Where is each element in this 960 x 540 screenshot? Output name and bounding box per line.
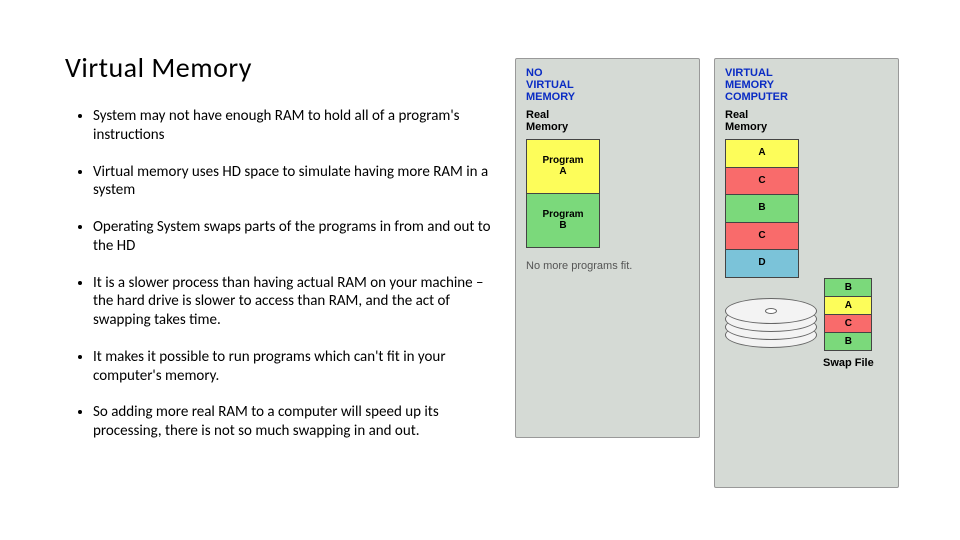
memory-block: C	[726, 223, 798, 251]
panel-header: VIRTUAL MEMORY COMPUTER	[725, 67, 888, 103]
panel-subheader: Real Memory	[526, 109, 689, 133]
memory-block: C	[726, 168, 798, 196]
bullet-item: So adding more real RAM to a computer wi…	[93, 403, 495, 441]
panel-header: NO VIRTUAL MEMORY	[526, 67, 689, 103]
panel-caption: No more programs fit.	[526, 260, 689, 272]
bullet-item: System may not have enough RAM to hold a…	[93, 107, 495, 145]
swap-column: B A C B Swap File	[823, 278, 874, 369]
memory-stack: A C B C D	[725, 139, 799, 278]
memory-block: Program B	[527, 194, 599, 247]
bullet-item: It makes it possible to run programs whi…	[93, 348, 495, 386]
slide-title: Virtual Memory	[65, 50, 495, 85]
memory-block: D	[726, 250, 798, 277]
bullet-item: Virtual memory uses HD space to simulate…	[93, 163, 495, 201]
bullet-list: System may not have enough RAM to hold a…	[65, 107, 495, 441]
swap-block: B	[825, 279, 871, 297]
panel-no-virtual-memory: NO VIRTUAL MEMORY Real Memory Program A …	[515, 58, 700, 438]
disk-area: B A C B Swap File	[725, 284, 888, 364]
slide: Virtual Memory System may not have enoug…	[0, 0, 960, 540]
diagram-area: NO VIRTUAL MEMORY Real Memory Program A …	[515, 50, 915, 510]
bullet-item: Operating System swaps parts of the prog…	[93, 218, 495, 256]
panel-virtual-memory: VIRTUAL MEMORY COMPUTER Real Memory A C …	[714, 58, 899, 488]
memory-block: B	[726, 195, 798, 223]
swap-block: C	[825, 315, 871, 333]
panel-subheader: Real Memory	[725, 109, 888, 133]
swap-block: A	[825, 297, 871, 315]
memory-block: Program A	[527, 140, 599, 194]
content-column: Virtual Memory System may not have enoug…	[65, 50, 495, 510]
swap-stack: B A C B	[824, 278, 872, 351]
swap-file-label: Swap File	[823, 357, 874, 369]
memory-block: A	[726, 140, 798, 168]
swap-block: B	[825, 333, 871, 350]
disk-icon	[725, 296, 817, 352]
memory-stack: Program A Program B	[526, 139, 600, 248]
bullet-item: It is a slower process than having actua…	[93, 274, 495, 330]
